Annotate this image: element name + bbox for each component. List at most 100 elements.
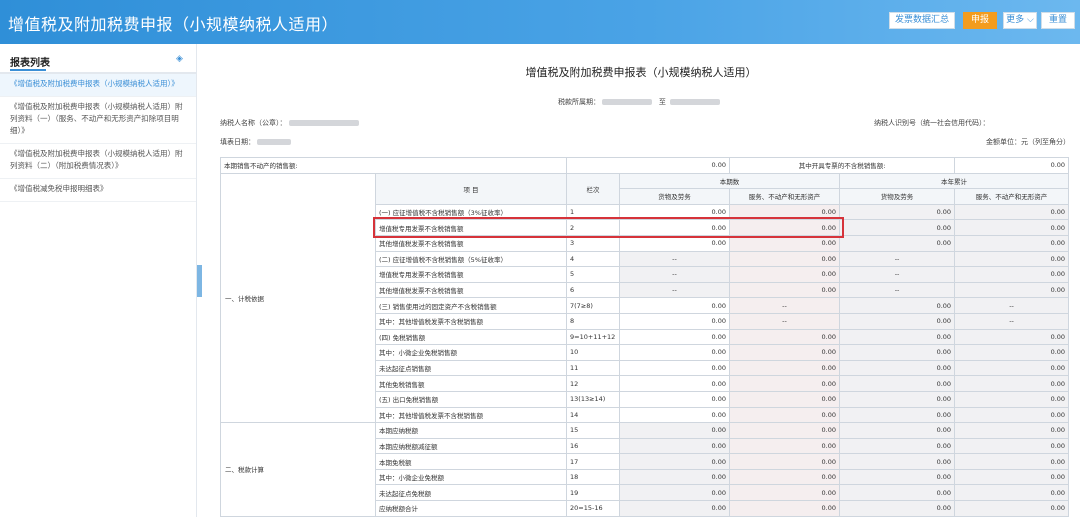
fill-date-label: 填表日期： xyxy=(220,138,255,146)
current-goods-cell: 0.00 xyxy=(619,422,731,439)
current-services-cell[interactable]: 0.00 xyxy=(729,375,841,392)
row-line-number: 10 xyxy=(566,344,621,361)
current-goods-cell[interactable]: 0.00 xyxy=(619,344,731,361)
row-item-label: 其中：其他增值税发票不含税销售额 xyxy=(374,312,568,330)
ytd-services-cell: 0.00 xyxy=(954,203,1070,221)
row-item-label: 未达起征点免税额 xyxy=(374,484,568,502)
sidebar-item-schedule-2[interactable]: 《增值税及附加税费申报表（小规模纳税人适用）附列资料（二）（附加税费情况表）》 xyxy=(0,144,196,179)
current-services-cell[interactable]: 0.00 xyxy=(729,250,841,268)
more-dropdown[interactable]: 更多 ⌵ xyxy=(1003,12,1037,29)
column-header-ytd-services: 服务、不动产和无形资产 xyxy=(954,188,1070,205)
sidebar-item-schedule-1[interactable]: 《增值税及附加税费申报表（小规模纳税人适用）附列资料（一）（服务、不动产和无形资… xyxy=(0,97,196,144)
current-services-cell[interactable]: 0.00 xyxy=(729,328,841,346)
sidebar-title: 报表列表 xyxy=(10,54,50,71)
current-services-cell: 0.00 xyxy=(729,437,841,455)
current-goods-cell[interactable]: 0.00 xyxy=(619,390,731,408)
fill-date-row: 填表日期： xyxy=(220,137,292,147)
current-services-cell: 0.00 xyxy=(729,500,841,517)
current-goods-cell[interactable]: -- xyxy=(619,266,731,283)
ytd-goods-cell: 0.00 xyxy=(839,359,956,377)
current-services-cell[interactable]: 0.00 xyxy=(729,344,841,361)
ytd-services-cell: 0.00 xyxy=(954,390,1070,408)
period-start-field[interactable] xyxy=(602,99,653,105)
current-goods-cell[interactable]: 0.00 xyxy=(619,328,731,346)
column-header-current: 本期数 xyxy=(619,172,841,190)
row-line-number: 15 xyxy=(566,422,621,439)
column-header-current-services: 服务、不动产和无形资产 xyxy=(729,188,841,205)
ytd-goods-cell: 0.00 xyxy=(839,406,956,424)
period-label: 税款所属期： xyxy=(558,98,600,106)
real-estate-sales-value[interactable]: 0.00 xyxy=(566,157,731,174)
row-item-label: 其中：其他增值税发票不含税销售额 xyxy=(374,406,568,424)
row-item-label: 本期免税额 xyxy=(374,453,568,470)
period-end-field[interactable] xyxy=(670,99,721,105)
current-goods-cell[interactable]: 0.00 xyxy=(619,297,731,314)
row-line-number: 20=15-16 xyxy=(566,500,621,517)
current-services-cell: 0.00 xyxy=(729,453,841,470)
current-goods-cell[interactable]: -- xyxy=(619,250,731,268)
current-services-cell[interactable]: 0.00 xyxy=(729,281,841,299)
sidebar-item-exemption[interactable]: 《增值税减免税申报明细表》 xyxy=(0,179,196,202)
row-line-number: 9=10+11+12 xyxy=(566,328,621,346)
row-line-number: 11 xyxy=(566,359,621,377)
row-item-label: 应纳税额合计 xyxy=(374,500,568,517)
ytd-goods-cell: 0.00 xyxy=(839,344,956,361)
current-services-cell: 0.00 xyxy=(729,484,841,502)
ytd-services-cell: 0.00 xyxy=(954,219,1070,236)
row-item-label: 其中：小微企业免税额 xyxy=(374,468,568,486)
row-line-number: 19 xyxy=(566,484,621,502)
ytd-services-cell: 0.00 xyxy=(954,453,1070,470)
ytd-services-cell: 0.00 xyxy=(954,328,1070,346)
report-sidebar: 报表列表 ◈ 《增值税及附加税费申报表（小规模纳税人适用）》 《增值税及附加税费… xyxy=(0,44,197,517)
sidebar-header: 报表列表 ◈ xyxy=(0,44,196,74)
current-goods-cell[interactable]: -- xyxy=(619,281,731,299)
current-services-cell[interactable]: -- xyxy=(729,297,841,314)
row-line-number: 7(7≥8) xyxy=(566,297,621,314)
ytd-goods-cell: 0.00 xyxy=(839,390,956,408)
current-goods-cell: 0.00 xyxy=(619,500,731,517)
ytd-services-cell: 0.00 xyxy=(954,234,1070,252)
row-item-label: 本期应纳税额减征额 xyxy=(374,437,568,455)
layers-icon[interactable]: ◈ xyxy=(176,54,186,64)
table-header-row: 一、计税依据 项 目 栏次 本期数 本年累计 xyxy=(220,172,1070,424)
current-goods-cell[interactable]: 0.00 xyxy=(619,312,731,330)
declaration-form: 增值税及附加税费申报表（小规模纳税人适用） 税款所属期： 至 纳税人名称（公章）… xyxy=(202,44,1080,517)
current-services-cell[interactable]: -- xyxy=(729,312,841,330)
column-header-item: 项 目 xyxy=(374,172,568,205)
ytd-services-cell: 0.00 xyxy=(954,422,1070,439)
fill-date-value xyxy=(257,139,292,145)
current-goods-cell: 0.00 xyxy=(619,453,731,470)
ytd-goods-cell: 0.00 xyxy=(839,219,956,236)
app-header: 增值税及附加税费申报（小规模纳税人适用） 发票数据汇总 申报 更多 ⌵ 重置 xyxy=(0,0,1080,44)
ytd-goods-cell: 0.00 xyxy=(839,234,956,252)
current-goods-cell: 0.00 xyxy=(619,437,731,455)
row-line-number: 13(13≥14) xyxy=(566,390,621,408)
taxpayer-name-value xyxy=(288,120,359,126)
row-item-label: (三) 销售使用过的固定资产不含税销售额 xyxy=(374,297,568,314)
ytd-goods-cell: 0.00 xyxy=(839,328,956,346)
highlight-box xyxy=(373,217,844,238)
row-line-number: 8 xyxy=(566,312,621,330)
special-invoice-sales-value[interactable]: 0.00 xyxy=(954,157,1070,174)
ytd-services-cell: 0.00 xyxy=(954,359,1070,377)
ytd-goods-cell: 0.00 xyxy=(839,468,956,486)
invoice-summary-button[interactable]: 发票数据汇总 xyxy=(889,12,955,29)
current-services-cell[interactable]: 0.00 xyxy=(729,390,841,408)
declare-button[interactable]: 申报 xyxy=(963,12,997,29)
row-line-number: 17 xyxy=(566,453,621,470)
current-services-cell[interactable]: 0.00 xyxy=(729,406,841,424)
current-goods-cell[interactable]: 0.00 xyxy=(619,359,731,377)
current-services-cell[interactable]: 0.00 xyxy=(729,266,841,283)
current-goods-cell[interactable]: 0.00 xyxy=(619,406,731,424)
row-item-label: 其他免税销售额 xyxy=(374,375,568,392)
tax-period: 税款所属期： 至 xyxy=(558,97,721,107)
row-line-number: 5 xyxy=(566,266,621,283)
reset-button[interactable]: 重置 xyxy=(1041,12,1075,29)
current-goods-cell[interactable]: 0.00 xyxy=(619,375,731,392)
sidebar-item-main-return[interactable]: 《增值税及附加税费申报表（小规模纳税人适用）》 xyxy=(0,74,196,97)
taxpayer-id-label: 纳税人识别号（统一社会信用代码）： xyxy=(874,119,990,127)
form-title: 增值税及附加税费申报表（小规模纳税人适用） xyxy=(525,66,757,79)
row-line-number: 12 xyxy=(566,375,621,392)
ytd-services-cell: -- xyxy=(954,297,1070,314)
current-services-cell[interactable]: 0.00 xyxy=(729,359,841,377)
